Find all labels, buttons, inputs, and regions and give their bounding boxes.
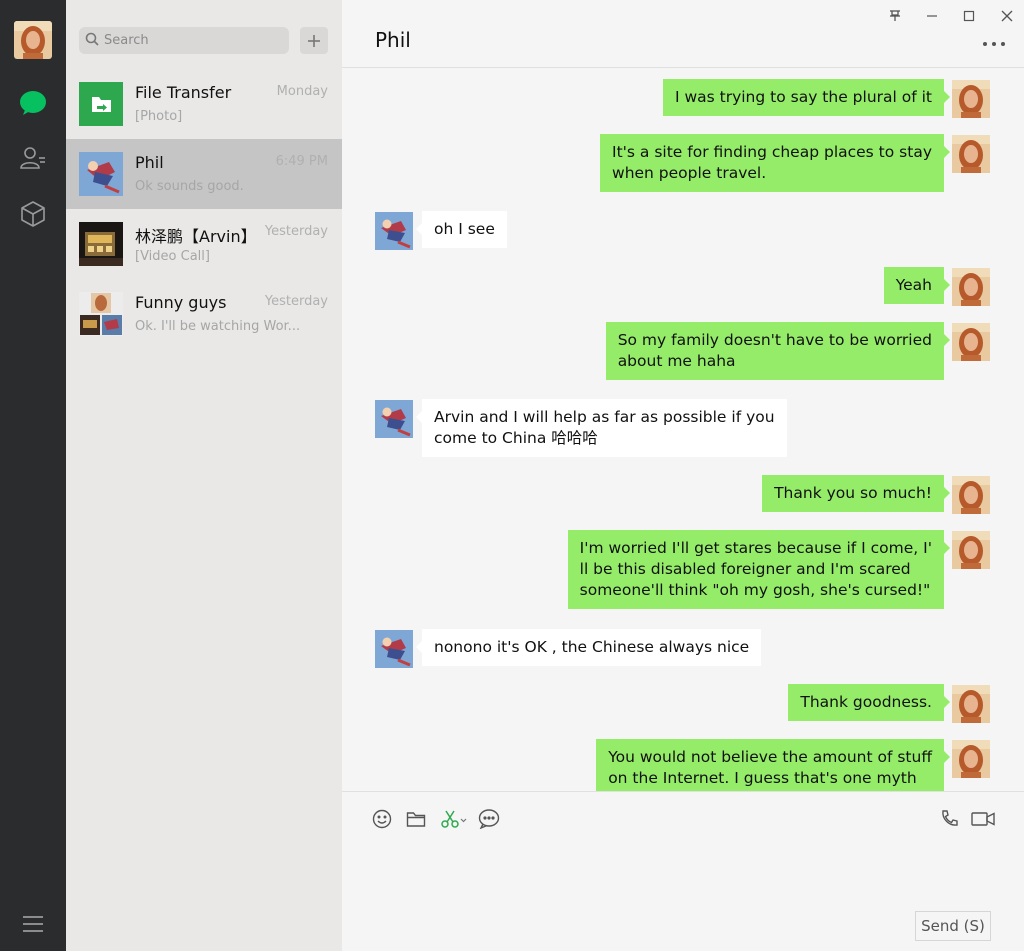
contact-avatar[interactable]: [375, 630, 413, 668]
conversation-name: File Transfer: [135, 83, 232, 102]
conversation-name: Phil: [135, 153, 164, 172]
conversation-preview: [Photo]: [135, 109, 183, 124]
message-bubble[interactable]: It's a site for finding cheap places to …: [600, 134, 950, 192]
scissors-icon[interactable]: [439, 808, 469, 830]
my-avatar[interactable]: [952, 740, 990, 778]
chat-header: Phil: [342, 0, 1024, 68]
emoji-icon[interactable]: [371, 808, 393, 830]
contact-avatar[interactable]: [375, 212, 413, 250]
pin-icon[interactable]: [885, 6, 905, 26]
send-button[interactable]: Send (S): [915, 911, 991, 941]
conversation-item[interactable]: Funny guys Yesterday Ok. I'll be watchin…: [66, 279, 342, 349]
my-avatar[interactable]: [952, 268, 990, 306]
maximize-icon[interactable]: [959, 6, 979, 26]
message-text: I was trying to say the plural of it: [674, 88, 932, 106]
chat-icon[interactable]: [19, 89, 47, 117]
conversation-name: Funny guys: [135, 293, 227, 312]
conversation-time: 6:49 PM: [275, 154, 328, 169]
menu-icon[interactable]: [21, 912, 45, 936]
message-bubble[interactable]: Yeah: [883, 267, 951, 304]
conversation-list: Search File Transfer Monday [Photo] Phil…: [66, 0, 342, 951]
video-icon[interactable]: [970, 808, 996, 830]
conversation-time: Yesterday: [264, 294, 328, 309]
chat-panel: Phil I was trying to say the plural of i…: [342, 0, 1024, 951]
favorites-cube-icon[interactable]: [19, 200, 47, 228]
message-text: someone'll think "oh my gosh, she's curs…: [579, 581, 931, 599]
message-text: oh I see: [434, 220, 495, 238]
my-avatar[interactable]: [952, 531, 990, 569]
conversation-preview: Ok sounds good.: [135, 179, 244, 194]
message-bubble[interactable]: I'm worried I'll get stares because if I…: [567, 530, 951, 609]
message-bubble[interactable]: oh I see: [416, 211, 507, 248]
my-avatar[interactable]: [952, 323, 990, 361]
message-bubble[interactable]: Thank goodness.: [788, 684, 950, 721]
message-text: nonono it's OK , the Chinese always nice: [434, 638, 750, 656]
message-list: I was trying to say the plural of it It's…: [342, 69, 1024, 791]
folder-icon[interactable]: [405, 808, 427, 830]
message-text: Yeah: [895, 276, 932, 294]
conversation-item[interactable]: File Transfer Monday [Photo]: [66, 69, 342, 139]
message-text: Arvin and I will help as far as possible…: [434, 408, 775, 426]
my-avatar[interactable]: [952, 476, 990, 514]
message-input[interactable]: [372, 842, 992, 902]
search-placeholder: Search: [104, 33, 149, 48]
message-text: You would not believe the amount of stuf…: [608, 748, 932, 766]
message-text: Thank goodness.: [800, 693, 932, 711]
conversation-item-active[interactable]: Phil 6:49 PM Ok sounds good.: [66, 139, 342, 209]
message-text: So my family doesn't have to be worried: [617, 331, 932, 349]
message-text: come to China 哈哈哈: [434, 429, 598, 447]
message-text: I'm worried I'll get stares because if I…: [579, 539, 932, 557]
chat-bubble-icon[interactable]: [478, 808, 500, 830]
contacts-icon[interactable]: [19, 144, 47, 172]
phone-icon[interactable]: [938, 808, 960, 830]
conversation-time: Monday: [276, 84, 328, 99]
message-bubble[interactable]: Arvin and I will help as far as possible…: [416, 399, 787, 457]
message-bubble[interactable]: Thank you so much!: [762, 475, 950, 512]
conversation-time: Yesterday: [264, 224, 328, 239]
add-button[interactable]: [300, 27, 328, 54]
icon-rail: [0, 0, 66, 951]
search-input[interactable]: Search: [79, 27, 289, 54]
contact-avatar: [79, 152, 123, 196]
conversation-preview: Ok. I'll be watching Wor...: [135, 319, 301, 334]
conversation-item[interactable]: 林泽鹏【Arvin】 Yesterday [Video Call]: [66, 209, 342, 279]
contact-avatar[interactable]: [375, 400, 413, 438]
message-bubble[interactable]: nonono it's OK , the Chinese always nice: [415, 629, 762, 666]
message-text: when people travel.: [612, 164, 767, 182]
message-text: ll be this disabled foreigner and I'm sc…: [579, 560, 911, 578]
message-text: Thank you so much!: [774, 484, 932, 502]
file-transfer-icon: [79, 82, 123, 126]
search-icon: [85, 31, 99, 50]
group-avatar: [79, 292, 123, 336]
message-bubble[interactable]: I was trying to say the plural of it: [662, 79, 951, 116]
conversation-name: 林泽鹏【Arvin】: [135, 227, 257, 246]
more-options-icon[interactable]: [982, 36, 1010, 50]
message-text: on the Internet. I guess that's one myth: [608, 769, 917, 787]
contact-avatar: [79, 222, 123, 266]
my-avatar[interactable]: [14, 21, 52, 59]
my-avatar[interactable]: [952, 80, 990, 118]
message-bubble[interactable]: So my family doesn't have to be worried a…: [605, 322, 951, 380]
chat-title: Phil: [375, 28, 411, 52]
my-avatar[interactable]: [952, 135, 990, 173]
my-avatar[interactable]: [952, 685, 990, 723]
minimize-icon[interactable]: [922, 6, 942, 26]
message-bubble[interactable]: You would not believe the amount of stuf…: [596, 739, 950, 791]
message-text: It's a site for finding cheap places to …: [612, 143, 932, 161]
message-text: about me haha: [617, 352, 736, 370]
conversation-preview: [Video Call]: [135, 249, 210, 264]
close-icon[interactable]: [997, 6, 1017, 26]
composer: Send (S): [342, 791, 1024, 951]
